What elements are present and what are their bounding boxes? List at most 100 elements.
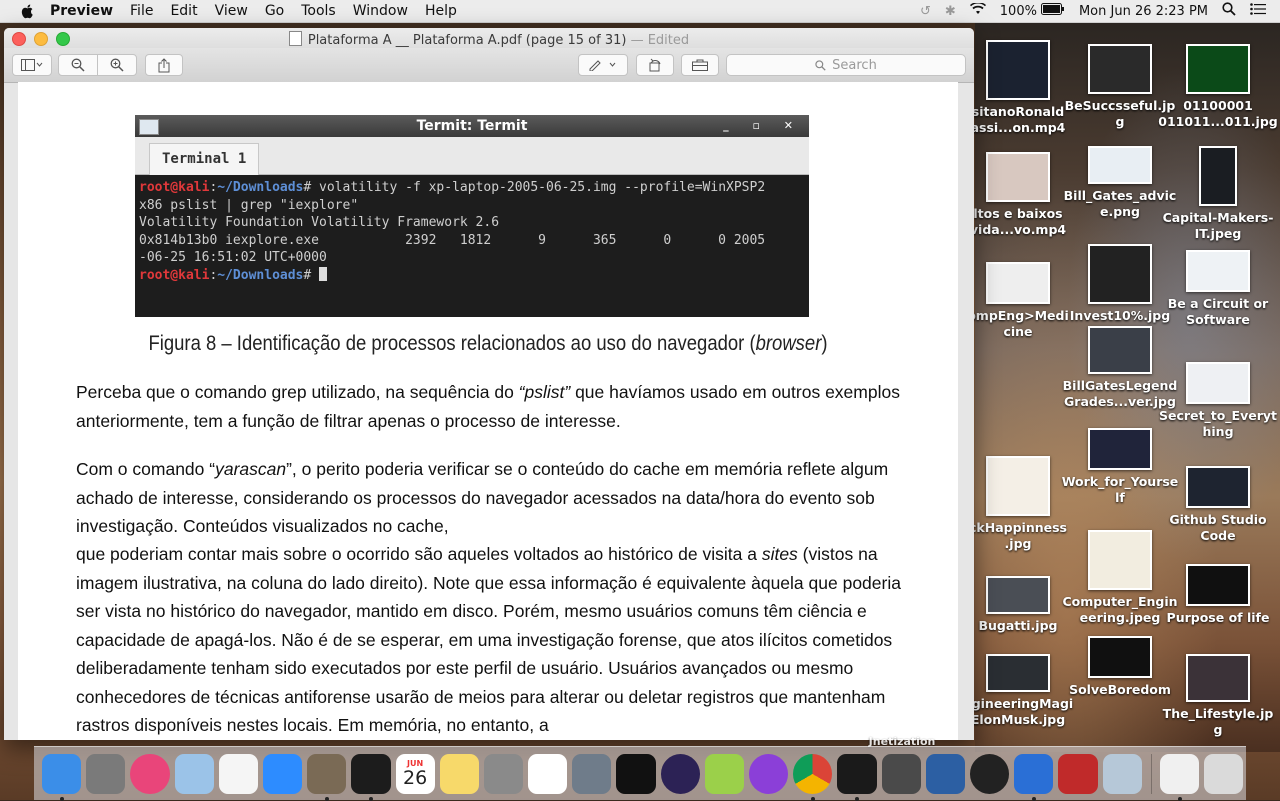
dock-intellij-icon[interactable] bbox=[616, 753, 656, 794]
menu-help[interactable]: Help bbox=[425, 3, 457, 19]
dock-notes-icon[interactable] bbox=[439, 753, 479, 794]
menu-view[interactable]: View bbox=[215, 3, 248, 19]
prompt-user-2: root@kali bbox=[139, 267, 210, 283]
window-title: Plataforma A __ Plataforma A.pdf (page 1… bbox=[4, 31, 974, 48]
output-line-2: 0x814b13b0 iexplore.exe 2392 1812 9 365 … bbox=[139, 232, 766, 248]
toolbox-button[interactable] bbox=[681, 54, 719, 76]
dock-virtualbox-icon[interactable] bbox=[925, 753, 965, 794]
output-line-1: Volatility Foundation Volatility Framewo… bbox=[139, 215, 500, 230]
para3-a: que poderiam contar mais sobre o ocorrid… bbox=[76, 544, 762, 564]
dock-preview-icon[interactable] bbox=[174, 753, 214, 794]
dock-trash-icon[interactable] bbox=[1203, 753, 1244, 794]
para3-c: (vistos na imagem ilustrativa, na coluna… bbox=[76, 544, 901, 735]
dock-chrome-icon[interactable] bbox=[793, 753, 833, 801]
prompt-user: root@kali bbox=[139, 180, 210, 195]
document-icon bbox=[288, 31, 302, 46]
edited-status[interactable]: — Edited bbox=[631, 33, 690, 48]
notification-center-icon[interactable] bbox=[1250, 3, 1266, 19]
dock-system-preferences-icon[interactable] bbox=[86, 753, 126, 794]
dock-sublime-text-icon[interactable] bbox=[881, 753, 921, 794]
title-bar[interactable]: Plataforma A __ Plataforma A.pdf (page 1… bbox=[4, 28, 974, 48]
menu-app-preview[interactable]: Preview bbox=[50, 3, 113, 19]
zoom-out-button[interactable] bbox=[58, 54, 98, 76]
bluetooth-icon[interactable]: ✱ bbox=[945, 4, 956, 19]
rotate-button[interactable] bbox=[636, 54, 674, 76]
dock-itunes-icon[interactable] bbox=[130, 753, 170, 794]
clock[interactable]: Mon Jun 26 2:23 PM bbox=[1079, 4, 1208, 19]
desktop-item[interactable]: Capital-Makers-IT.jpeg bbox=[1158, 146, 1278, 244]
dock-zoom-icon[interactable] bbox=[262, 753, 303, 794]
dock-podcast-icon[interactable] bbox=[749, 753, 789, 794]
dock-preview-2-icon[interactable] bbox=[1102, 753, 1142, 794]
dock-android-studio-icon[interactable] bbox=[704, 753, 744, 794]
dock-record-icon[interactable] bbox=[969, 753, 1010, 794]
search-field[interactable]: Search bbox=[726, 54, 966, 76]
markup-button[interactable] bbox=[578, 54, 628, 76]
desktop-item-thumbnail bbox=[1199, 146, 1237, 206]
menu-go[interactable]: Go bbox=[265, 3, 284, 19]
desktop-item-thumbnail bbox=[986, 654, 1050, 692]
apple-icon[interactable] bbox=[20, 3, 36, 19]
time-machine-icon[interactable]: ↺ bbox=[920, 4, 931, 19]
paragraph-1: Perceba que o comando grep utilizado, na… bbox=[76, 378, 916, 435]
dock-eclipse-icon[interactable] bbox=[660, 753, 700, 794]
pdf-page[interactable]: Termit: Termit _ ▫ ✕ Terminal 1 root@kal… bbox=[18, 82, 958, 740]
menu-file[interactable]: File bbox=[130, 3, 153, 19]
dock-network-icon[interactable] bbox=[1014, 753, 1054, 801]
dock-document-icon[interactable] bbox=[1159, 753, 1199, 801]
desktop-item[interactable]: 01100001 011011...011.jpg bbox=[1158, 44, 1278, 132]
desktop-item-label: ngineeringMagi ElonMusk.jpg bbox=[962, 696, 1074, 727]
dock-activity-monitor-icon[interactable] bbox=[351, 753, 391, 801]
desktop-item-thumbnail bbox=[1186, 362, 1250, 404]
dock-terminal-icon[interactable] bbox=[837, 753, 877, 801]
spotlight-icon[interactable] bbox=[1222, 2, 1236, 20]
dock-launchpad-icon[interactable] bbox=[572, 753, 612, 794]
terminal-titlebar: Termit: Termit _ ▫ ✕ bbox=[135, 115, 809, 137]
search-icon bbox=[815, 59, 826, 71]
terminal-window-controls: _ ▫ ✕ bbox=[723, 119, 803, 132]
desktop-item-thumbnail bbox=[986, 40, 1050, 100]
toolbar: Search bbox=[4, 48, 974, 83]
desktop-item-thumbnail bbox=[986, 152, 1050, 202]
menu-tools[interactable]: Tools bbox=[301, 3, 336, 19]
desktop-item[interactable]: The_Lifestyle.jp g bbox=[1158, 654, 1278, 740]
dock-photos-icon[interactable] bbox=[218, 753, 258, 794]
menu-window[interactable]: Window bbox=[353, 3, 408, 19]
menu-edit[interactable]: Edit bbox=[170, 3, 197, 19]
para1-a: Perceba que o comando grep utilizado, na… bbox=[76, 382, 519, 402]
desktop-item-thumbnail bbox=[1088, 530, 1152, 590]
desktop-item[interactable]: Be a Circuit or Software bbox=[1158, 250, 1278, 330]
desktop-item[interactable]: Purpose of life bbox=[1158, 564, 1278, 644]
desktop-item-thumbnail bbox=[1088, 146, 1152, 184]
wifi-icon[interactable] bbox=[969, 1, 986, 19]
dock: JUN 26 bbox=[34, 746, 1246, 801]
para1-italic: “pslist” bbox=[518, 382, 571, 402]
desktop-item-thumbnail bbox=[1186, 466, 1250, 508]
desktop-item-thumbnail bbox=[1186, 564, 1250, 606]
terminal-output: root@kali:~/Downloads# volatility -f xp-… bbox=[135, 175, 809, 288]
dock-wireshark-icon[interactable] bbox=[307, 753, 347, 801]
desktop-item[interactable]: ngineeringMagi ElonMusk.jpg bbox=[958, 654, 1078, 730]
dock-image-capture-icon[interactable] bbox=[1058, 753, 1098, 794]
caption-text: Figura 8 – Identificação de processos re… bbox=[148, 332, 756, 355]
dock-separator bbox=[1150, 753, 1152, 794]
caption-italic: browser bbox=[755, 332, 822, 355]
desktop-item-thumbnail bbox=[1088, 636, 1152, 678]
paragraph-3: que poderiam contar mais sobre o ocorrid… bbox=[76, 540, 916, 740]
para2-a: Com o comando “ bbox=[76, 459, 216, 479]
desktop-item-label: 01100001 011011...011.jpg bbox=[1158, 98, 1278, 129]
desktop-item-thumbnail bbox=[1088, 428, 1152, 470]
zoom-in-button[interactable] bbox=[97, 54, 137, 76]
desktop-item-thumbnail bbox=[1088, 326, 1152, 374]
battery-icon[interactable] bbox=[1040, 3, 1065, 19]
desktop-item-label: The_Lifestyle.jp g bbox=[1162, 706, 1274, 737]
calendar-day: 26 bbox=[403, 766, 428, 789]
prompt-path-2: ~/Downloads bbox=[217, 267, 304, 283]
dock-calendar-icon[interactable]: JUN 26 bbox=[395, 753, 435, 794]
sidebar-toggle-button[interactable] bbox=[12, 54, 52, 76]
share-button[interactable] bbox=[145, 54, 183, 76]
dock-calculator-icon[interactable] bbox=[483, 753, 524, 794]
dock-reminders-icon[interactable] bbox=[528, 753, 568, 794]
dock-finder-icon[interactable] bbox=[42, 753, 82, 801]
battery-percent[interactable]: 100% bbox=[1000, 4, 1037, 19]
